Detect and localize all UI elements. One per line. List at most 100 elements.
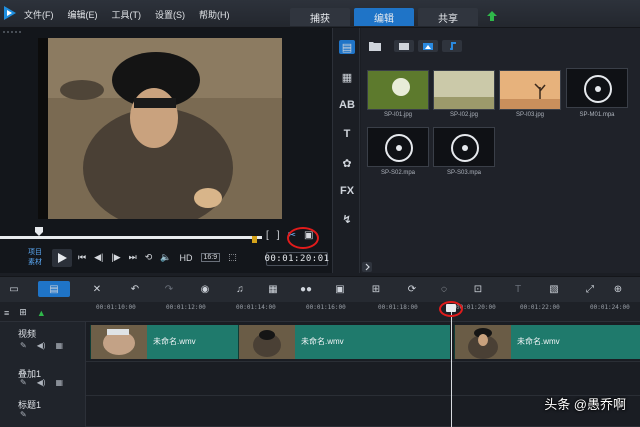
track-edit-icon[interactable]: ✎	[20, 378, 27, 387]
tools-icon[interactable]: ✕	[90, 281, 104, 297]
media-category-icon[interactable]: ▤	[339, 40, 355, 54]
library-item-thumb[interactable]	[566, 68, 628, 108]
record-capture-icon[interactable]: ◉	[198, 281, 212, 297]
dandelion-thumbnail	[368, 71, 428, 109]
playhead-line	[451, 308, 452, 427]
transition-icon[interactable]: AB	[339, 98, 355, 112]
tab-capture[interactable]: 捕获	[290, 8, 350, 26]
library-item-thumb[interactable]	[433, 127, 495, 167]
library-item-label: SP-M01.mpa	[579, 112, 615, 118]
redo-icon[interactable]: ↷	[162, 281, 176, 297]
track-audio-icon[interactable]: ◀)	[37, 378, 46, 387]
mark-in-icon[interactable]: [	[266, 230, 269, 241]
timeline-clip[interactable]: 未命名.wmv	[238, 325, 450, 359]
mark-out-icon[interactable]: ]	[277, 230, 280, 241]
track-edit-icon[interactable]: ✎	[20, 410, 27, 419]
go-to-start-icon[interactable]: ⏮	[78, 252, 86, 263]
pan-zoom-icon[interactable]: ⊡	[470, 281, 486, 297]
mask-creator-icon[interactable]: ◌	[436, 281, 452, 297]
undo-icon[interactable]: ↶	[128, 281, 142, 297]
library-item-thumb[interactable]	[367, 127, 429, 167]
library-item-thumb[interactable]	[499, 70, 561, 110]
menu-tools[interactable]: 工具(T)	[112, 8, 142, 21]
play-icon	[58, 253, 67, 263]
graphic-icon[interactable]: ✿	[339, 156, 355, 170]
track-manager-icon[interactable]: ≡	[4, 308, 9, 318]
library-item-label: SP-S02.mpa	[380, 170, 416, 176]
show-audio-toggle[interactable]	[442, 40, 462, 52]
library-item-label: SP-I02.jpg	[449, 112, 479, 118]
volume-icon[interactable]: 🔈	[160, 252, 171, 263]
video-track-controls: ✎ ◀) ▦	[20, 341, 63, 350]
storyboard-view-icon[interactable]: ▭	[6, 281, 22, 297]
menu-help[interactable]: 帮助(H)	[199, 8, 230, 21]
play-button[interactable]	[52, 249, 72, 267]
ruler-tick: 00:01:14:00	[236, 304, 276, 311]
timecode-display[interactable]: 00:01:20:01	[264, 252, 329, 266]
workspace-tabs: 捕获 编辑 共享	[290, 8, 478, 26]
add-track-icon[interactable]: ⊞	[19, 307, 27, 318]
add-folder-icon[interactable]	[368, 40, 382, 52]
track-name-video: 视频	[18, 329, 37, 339]
tab-edit[interactable]: 编辑	[354, 8, 414, 26]
panel-grip-icon	[3, 31, 21, 33]
3d-title-icon[interactable]: T	[508, 281, 528, 297]
subtitle-editor-icon[interactable]: ▣	[332, 281, 348, 297]
overlay-track[interactable]	[86, 362, 640, 396]
show-videos-toggle[interactable]	[394, 40, 414, 52]
upload-arrow-icon[interactable]	[486, 10, 498, 22]
trim-out-marker[interactable]	[252, 236, 257, 243]
track-grid-icon[interactable]: ▦	[56, 341, 64, 350]
track-edit-icon[interactable]: ✎	[20, 341, 27, 350]
source-clip-option[interactable]: 素材	[28, 258, 42, 268]
next-frame-icon[interactable]: |▶	[111, 252, 120, 263]
clip-thumbnail	[91, 325, 147, 359]
instant-project-icon[interactable]: ▦	[339, 70, 355, 84]
show-photos-toggle[interactable]	[418, 40, 438, 52]
menu-file[interactable]: 文件(F)	[24, 8, 54, 21]
title-icon[interactable]: T	[339, 127, 355, 141]
library-toolbar	[368, 40, 462, 52]
filter-icon[interactable]: FX	[339, 184, 355, 198]
motion-tracking-icon[interactable]: ●●	[298, 281, 314, 297]
library-item-thumb[interactable]	[433, 70, 495, 110]
source-project-option[interactable]: 项目	[28, 248, 42, 258]
zoom-fit-icon[interactable]: ⤢	[582, 281, 598, 297]
repeat-icon[interactable]: ⟲	[145, 252, 153, 263]
settings-icon[interactable]: ⊕	[610, 281, 626, 297]
app-logo-icon	[4, 6, 16, 20]
marker-icon[interactable]: ▲	[37, 308, 46, 318]
ruler-tick: 00:01:24:00	[590, 304, 630, 311]
go-to-end-icon[interactable]: ⏭	[129, 252, 137, 263]
path-icon[interactable]: ↯	[339, 212, 355, 226]
track-audio-icon[interactable]: ◀)	[37, 341, 46, 350]
multi-camera-icon[interactable]: ⊞	[368, 281, 384, 297]
scrubber-handle-icon[interactable]	[35, 227, 44, 236]
audio-disc-icon	[385, 134, 413, 162]
clip-label: 未命名.wmv	[517, 337, 560, 346]
timeline-clip[interactable]: 未命名.wmv	[90, 325, 238, 359]
menu-edit[interactable]: 编辑(E)	[68, 8, 98, 21]
resize-icon[interactable]: ⬚	[228, 252, 237, 263]
sound-mixer-icon[interactable]: ♫	[232, 281, 248, 297]
previous-frame-icon[interactable]: ◀|	[94, 252, 103, 263]
aspect-ratio-select[interactable]: 16:9	[200, 253, 221, 262]
time-remapping-icon[interactable]: ⟳	[404, 281, 420, 297]
ruler-tick: 00:01:18:00	[378, 304, 418, 311]
tab-share[interactable]: 共享	[418, 8, 478, 26]
timeline-clip[interactable]: 未命名.wmv	[454, 325, 640, 359]
split-screen-icon[interactable]: ▧	[546, 281, 562, 297]
source-selector: 项目 素材	[28, 248, 42, 268]
preview-scrubber[interactable]	[0, 236, 262, 239]
timeline-view-icon[interactable]: ▤	[38, 281, 70, 297]
film-icon	[399, 42, 409, 50]
auto-music-icon[interactable]: ▦	[265, 281, 281, 297]
grass-field-thumbnail	[434, 71, 494, 109]
track-grid-icon[interactable]: ▦	[56, 378, 64, 387]
menu-settings[interactable]: 设置(S)	[155, 8, 185, 21]
library-item-thumb[interactable]	[367, 70, 429, 110]
library-item-label: SP-I03.jpg	[515, 112, 545, 118]
library-expand-button[interactable]	[362, 262, 372, 272]
watermark: 头条 @愚乔啊	[544, 397, 626, 412]
hd-toggle[interactable]: HD	[180, 253, 193, 263]
